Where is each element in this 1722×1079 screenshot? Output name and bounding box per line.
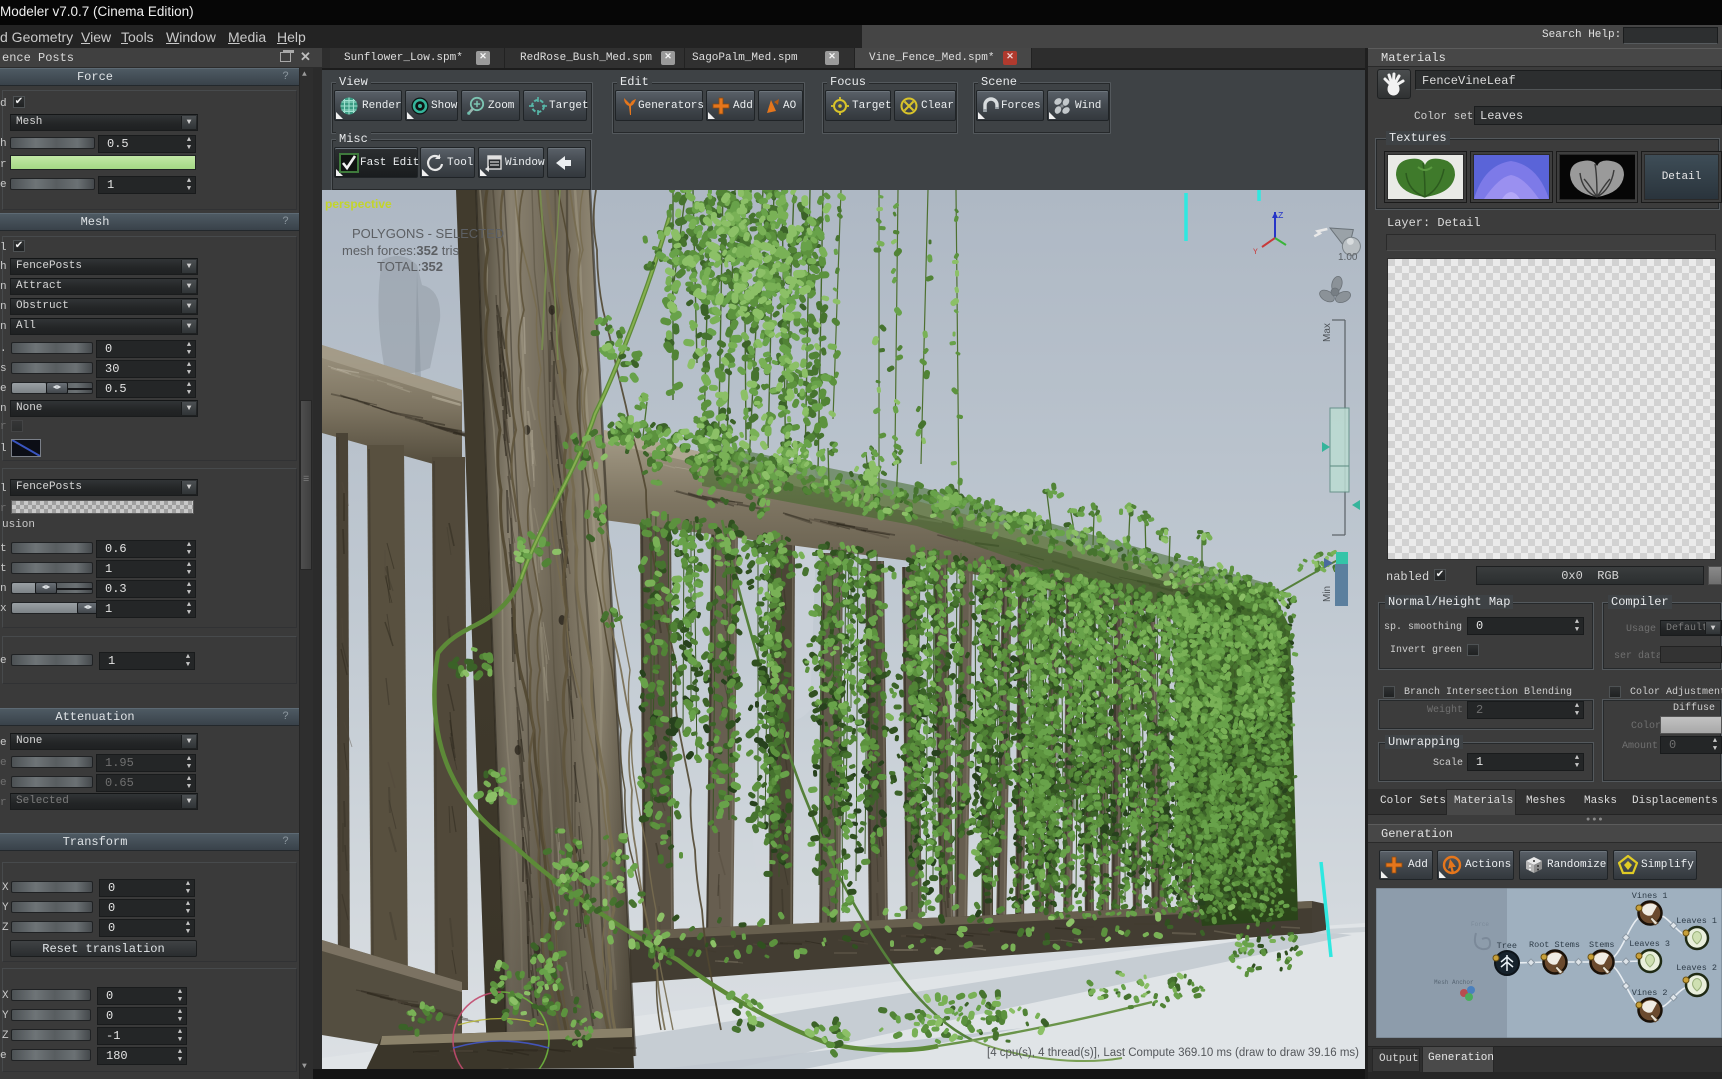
svg-text:Z: Z xyxy=(1278,211,1284,221)
svg-text:Leaves 3: Leaves 3 xyxy=(1629,939,1670,949)
svg-text:Force: Force xyxy=(1471,921,1489,928)
svg-text:perspective: perspective xyxy=(325,197,392,211)
svg-text:Root Stems: Root Stems xyxy=(1529,940,1580,950)
svg-text:Vines 2: Vines 2 xyxy=(1632,988,1668,998)
svg-text:Min: Min xyxy=(1322,586,1333,602)
svg-text:Stems: Stems xyxy=(1589,940,1615,950)
svg-text:mesh forces:352 tris: mesh forces:352 tris xyxy=(342,243,460,258)
svg-text:[4 cpu(s), 4 thread(s)], Last: [4 cpu(s), 4 thread(s)], Last Compute 36… xyxy=(987,1047,1359,1059)
svg-text:Y: Y xyxy=(1253,248,1258,257)
svg-text:TOTAL:352: TOTAL:352 xyxy=(377,259,443,274)
svg-text:Leaves 1: Leaves 1 xyxy=(1676,916,1717,926)
svg-text:Tree: Tree xyxy=(1497,941,1517,951)
svg-text:Leaves 2: Leaves 2 xyxy=(1676,963,1717,973)
svg-text:Max: Max xyxy=(1322,323,1333,342)
svg-text:POLYGONS - SELECTED: POLYGONS - SELECTED xyxy=(352,226,504,241)
svg-text:Mesh Anchor: Mesh Anchor xyxy=(1434,979,1474,986)
svg-text:Vines 1: Vines 1 xyxy=(1632,891,1668,901)
svg-text:1.00: 1.00 xyxy=(1338,252,1358,263)
